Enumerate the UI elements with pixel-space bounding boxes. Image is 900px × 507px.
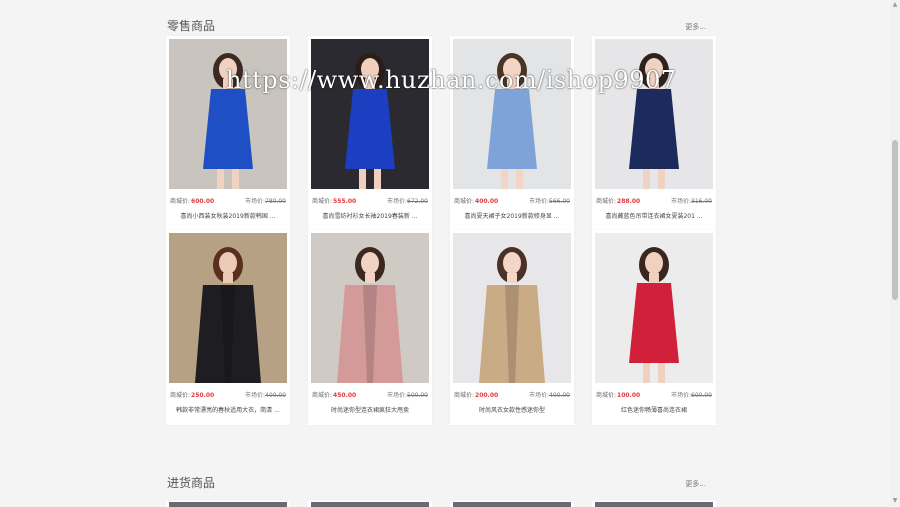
product-image[interactable]: [595, 233, 713, 383]
product-image[interactable]: [169, 233, 287, 383]
market-price-label: 市场价:: [528, 198, 549, 205]
product-name[interactable]: 喜尚夏天裙子女2019新款修身显 ...: [456, 211, 568, 220]
next-product-card-peek[interactable]: [308, 501, 432, 507]
product-name[interactable]: 韩款非常漂亮的春秋适用大衣，简清 ...: [172, 405, 284, 414]
product-card[interactable]: 商城价:288.00 市场价:316.00 喜尚藏蓝色吊带连衣裙女夏装201 .…: [592, 36, 716, 231]
shop-price-label: 商城价:: [454, 198, 475, 205]
shop-price-label: 商城价:: [170, 392, 191, 399]
product-card[interactable]: 商城价:400.00 市场价:566.00 喜尚夏天裙子女2019新款修身显 .…: [450, 36, 574, 231]
market-price-value: 400.00: [265, 392, 286, 399]
wholesale-more-link[interactable]: 更多...: [685, 479, 706, 489]
product-name[interactable]: 时尚风衣女款性感迷你型: [456, 405, 568, 414]
market-price: 市场价:316.00: [671, 196, 712, 205]
product-prices: 商城价:600.00 市场价:780.00: [170, 196, 286, 206]
product-name[interactable]: 红色迷你畅薄喜尚连衣裙: [598, 405, 710, 414]
product-prices: 商城价:450.00 市场价:500.00: [312, 390, 428, 400]
market-price-value: 600.00: [691, 392, 712, 399]
wholesale-section: 进货商品 更多...: [166, 474, 716, 498]
product-image[interactable]: [453, 233, 571, 383]
shop-price: 100.00: [617, 392, 641, 399]
shop-price: 555.00: [333, 198, 357, 205]
market-price-value: 780.00: [265, 198, 286, 205]
market-price-value: 566.00: [549, 198, 570, 205]
next-product-card-peek[interactable]: [592, 501, 716, 507]
product-card[interactable]: 商城价:250.00 市场价:400.00 韩款非常漂亮的春秋适用大衣，简清 .…: [166, 230, 290, 425]
product-prices: 商城价:100.00 市场价:600.00: [596, 390, 712, 400]
shop-price: 200.00: [475, 392, 499, 399]
market-price: 市场价:600.00: [671, 390, 712, 399]
scroll-down-arrow-icon[interactable]: ▼: [892, 498, 898, 504]
market-price: 市场价:672.00: [387, 196, 428, 205]
retail-section-title: 零售商品: [167, 19, 216, 33]
product-card[interactable]: 商城价:200.00 市场价:400.00 时尚风衣女款性感迷你型: [450, 230, 574, 425]
market-price-label: 市场价:: [528, 392, 549, 399]
shop-price: 250.00: [191, 392, 215, 399]
shop-price-label: 商城价:: [312, 198, 333, 205]
product-prices: 商城价:400.00 市场价:566.00: [454, 196, 570, 206]
shop-price: 600.00: [191, 198, 215, 205]
page-scrollbar[interactable]: ▲ ▼: [890, 0, 900, 506]
market-price-label: 市场价:: [386, 198, 407, 205]
scroll-up-arrow-icon[interactable]: ▲: [892, 2, 898, 8]
product-name[interactable]: 时尚迷你型连衣裙疯狂大甩卖: [314, 405, 426, 414]
market-price-label: 市场价:: [244, 392, 265, 399]
market-price: 市场价:400.00: [245, 390, 286, 399]
scrollbar-thumb[interactable]: [892, 140, 898, 300]
product-card[interactable]: 商城价:100.00 市场价:600.00 红色迷你畅薄喜尚连衣裙: [592, 230, 716, 425]
product-prices: 商城价:250.00 市场价:400.00: [170, 390, 286, 400]
product-name[interactable]: 喜尚雪纺衬衫女长袖2019春装新 ...: [314, 211, 426, 220]
market-price-label: 市场价:: [244, 198, 265, 205]
retail-more-link[interactable]: 更多...: [685, 22, 706, 32]
product-image[interactable]: [169, 39, 287, 189]
shop-price-label: 商城价:: [596, 198, 617, 205]
next-product-card-peek[interactable]: [450, 501, 574, 507]
product-card[interactable]: 商城价:450.00 市场价:500.00 时尚迷你型连衣裙疯狂大甩卖: [308, 230, 432, 425]
product-image[interactable]: [311, 39, 429, 189]
product-image[interactable]: [595, 39, 713, 189]
market-price-value: 400.00: [549, 392, 570, 399]
product-card[interactable]: 商城价:555.00 市场价:672.00 喜尚雪纺衬衫女长袖2019春装新 .…: [308, 36, 432, 231]
shop-price-label: 商城价:: [596, 392, 617, 399]
market-price: 市场价:400.00: [529, 390, 570, 399]
shop-price: 400.00: [475, 198, 499, 205]
shop-price: 288.00: [617, 198, 641, 205]
product-prices: 商城价:555.00 市场价:672.00: [312, 196, 428, 206]
market-price-value: 316.00: [691, 198, 712, 205]
market-price: 市场价:780.00: [245, 196, 286, 205]
market-price-label: 市场价:: [670, 198, 691, 205]
product-image[interactable]: [453, 39, 571, 189]
market-price-label: 市场价:: [386, 392, 407, 399]
retail-section: 零售商品 更多... 商城价:600.00 市场价:780.00 喜尚小西装女秋…: [166, 17, 716, 231]
market-price-value: 672.00: [407, 198, 428, 205]
shop-price-label: 商城价:: [454, 392, 475, 399]
next-product-card-peek[interactable]: [166, 501, 290, 507]
product-card[interactable]: 商城价:600.00 市场价:780.00 喜尚小西装女秋装2019新款韩国 .…: [166, 36, 290, 231]
market-price-value: 500.00: [407, 392, 428, 399]
shop-price-label: 商城价:: [312, 392, 333, 399]
wholesale-section-header: 进货商品 更多...: [166, 474, 716, 498]
market-price-label: 市场价:: [670, 392, 691, 399]
product-image[interactable]: [311, 233, 429, 383]
product-name[interactable]: 喜尚藏蓝色吊带连衣裙女夏装201 ...: [598, 211, 710, 220]
market-price: 市场价:566.00: [529, 196, 570, 205]
wholesale-section-title: 进货商品: [167, 476, 216, 490]
market-price: 市场价:500.00: [387, 390, 428, 399]
product-name[interactable]: 喜尚小西装女秋装2019新款韩国 ...: [172, 211, 284, 220]
shop-price: 450.00: [333, 392, 357, 399]
product-prices: 商城价:288.00 市场价:316.00: [596, 196, 712, 206]
product-prices: 商城价:200.00 市场价:400.00: [454, 390, 570, 400]
shop-price-label: 商城价:: [170, 198, 191, 205]
